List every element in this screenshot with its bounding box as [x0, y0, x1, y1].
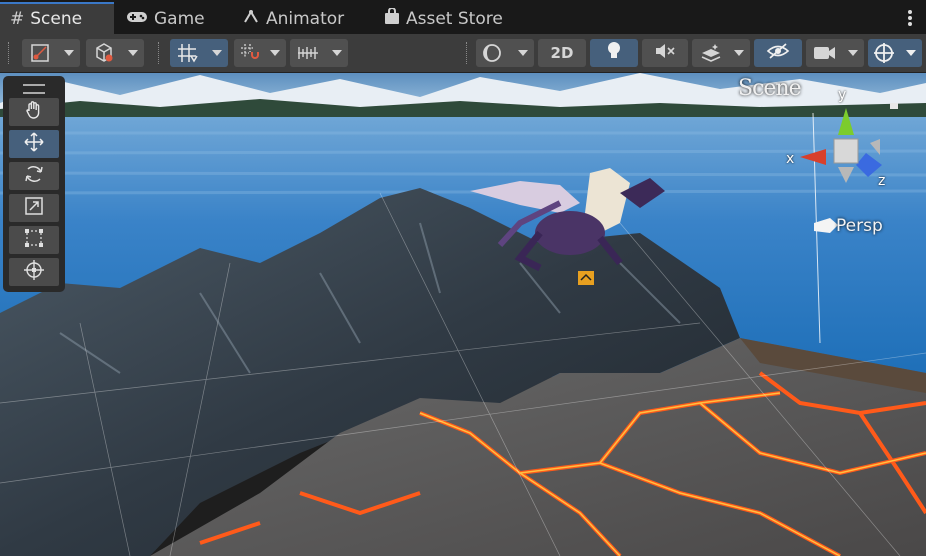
- sphere-shading-icon: [482, 43, 502, 67]
- rotate-icon: [23, 163, 45, 190]
- gizmo-axis-z-label: z: [878, 173, 886, 189]
- chevron-down-icon: [64, 50, 74, 56]
- lighting-toggle-button[interactable]: [590, 39, 638, 67]
- grid-icon: [176, 42, 198, 68]
- transform-icon: [23, 259, 45, 286]
- scene-overlay-title: Scene: [738, 76, 802, 101]
- rect-tool-button[interactable]: [9, 226, 59, 254]
- toolbar-grip[interactable]: [8, 42, 11, 64]
- tab-label: Animator: [266, 9, 345, 29]
- ruler-icon: [296, 43, 320, 67]
- tab-label: Asset Store: [406, 9, 503, 29]
- draw-mode-icon: [30, 43, 50, 67]
- animator-icon: [242, 9, 260, 30]
- tab-asset-store[interactable]: Asset Store: [384, 4, 503, 34]
- 2d-toggle-button[interactable]: 2D: [538, 39, 586, 67]
- transform-tool-button[interactable]: [9, 258, 59, 286]
- effects-dropdown[interactable]: [692, 39, 750, 67]
- toolbar-grip[interactable]: [466, 42, 469, 64]
- speaker-muted-icon: [654, 41, 676, 65]
- gizmo-axis-y-label: y: [838, 87, 847, 103]
- gamepad-icon: [126, 9, 148, 29]
- snap-magnet-icon: [239, 42, 261, 68]
- hand-tool-button[interactable]: [9, 98, 59, 126]
- draw-mode-dropdown[interactable]: [22, 39, 80, 67]
- projection-label[interactable]: Persp: [836, 216, 883, 236]
- chevron-down-icon: [270, 50, 280, 56]
- lock-icon[interactable]: [890, 103, 898, 109]
- more-menu-icon[interactable]: [908, 8, 914, 28]
- audio-toggle-button[interactable]: [642, 39, 688, 67]
- tab-bar: # Scene Game Animator Asset Store: [0, 0, 926, 34]
- chevron-down-icon: [128, 50, 138, 56]
- move-tool-button[interactable]: [9, 130, 59, 158]
- chevron-down-icon: [212, 50, 222, 56]
- tools-overlay-panel: [3, 76, 65, 292]
- store-bag-icon: [384, 7, 400, 30]
- scene-visibility-toggle[interactable]: [754, 39, 802, 67]
- tab-animator[interactable]: Animator: [242, 4, 344, 34]
- scene-toolbar: 2D: [0, 34, 926, 73]
- eye-hidden-icon: [766, 42, 790, 64]
- camera-icon: [813, 44, 837, 66]
- gizmo-axis-x-label: x: [786, 151, 795, 167]
- chevron-down-icon: [332, 50, 342, 56]
- move-arrows-icon: [23, 131, 45, 158]
- chevron-down-icon: [848, 50, 858, 56]
- tab-label: Scene: [30, 9, 83, 29]
- panel-drag-handle[interactable]: [23, 84, 45, 94]
- tab-label: Game: [154, 9, 205, 29]
- camera-dropdown[interactable]: [806, 39, 864, 67]
- chevron-down-icon: [906, 50, 916, 56]
- gizmos-dropdown[interactable]: [868, 39, 922, 67]
- ruler-snap-dropdown[interactable]: [290, 39, 348, 67]
- scene-render: [0, 73, 926, 556]
- shading-mode-dropdown[interactable]: [476, 39, 534, 67]
- hand-icon: [24, 100, 44, 125]
- render-mode-dropdown[interactable]: [86, 39, 144, 67]
- tab-game[interactable]: Game: [126, 4, 205, 34]
- rotate-tool-button[interactable]: [9, 162, 59, 190]
- chevron-down-icon: [734, 50, 744, 56]
- increment-snap-dropdown[interactable]: [234, 39, 286, 67]
- tab-scene[interactable]: # Scene: [0, 2, 114, 34]
- rect-icon: [24, 228, 44, 253]
- toolbar-grip[interactable]: [158, 42, 161, 64]
- scene-viewport[interactable]: Scene y x z Persp: [0, 73, 926, 556]
- scale-tool-button[interactable]: [9, 194, 59, 222]
- lightbulb-icon: [606, 41, 622, 65]
- gizmo-globe-icon: [873, 42, 895, 68]
- grid-snap-dropdown[interactable]: [170, 39, 228, 67]
- hash-icon: #: [10, 9, 25, 29]
- cube-icon: [93, 42, 115, 68]
- chevron-down-icon: [518, 50, 528, 56]
- layers-effects-icon: [700, 43, 722, 67]
- scale-icon: [24, 196, 44, 221]
